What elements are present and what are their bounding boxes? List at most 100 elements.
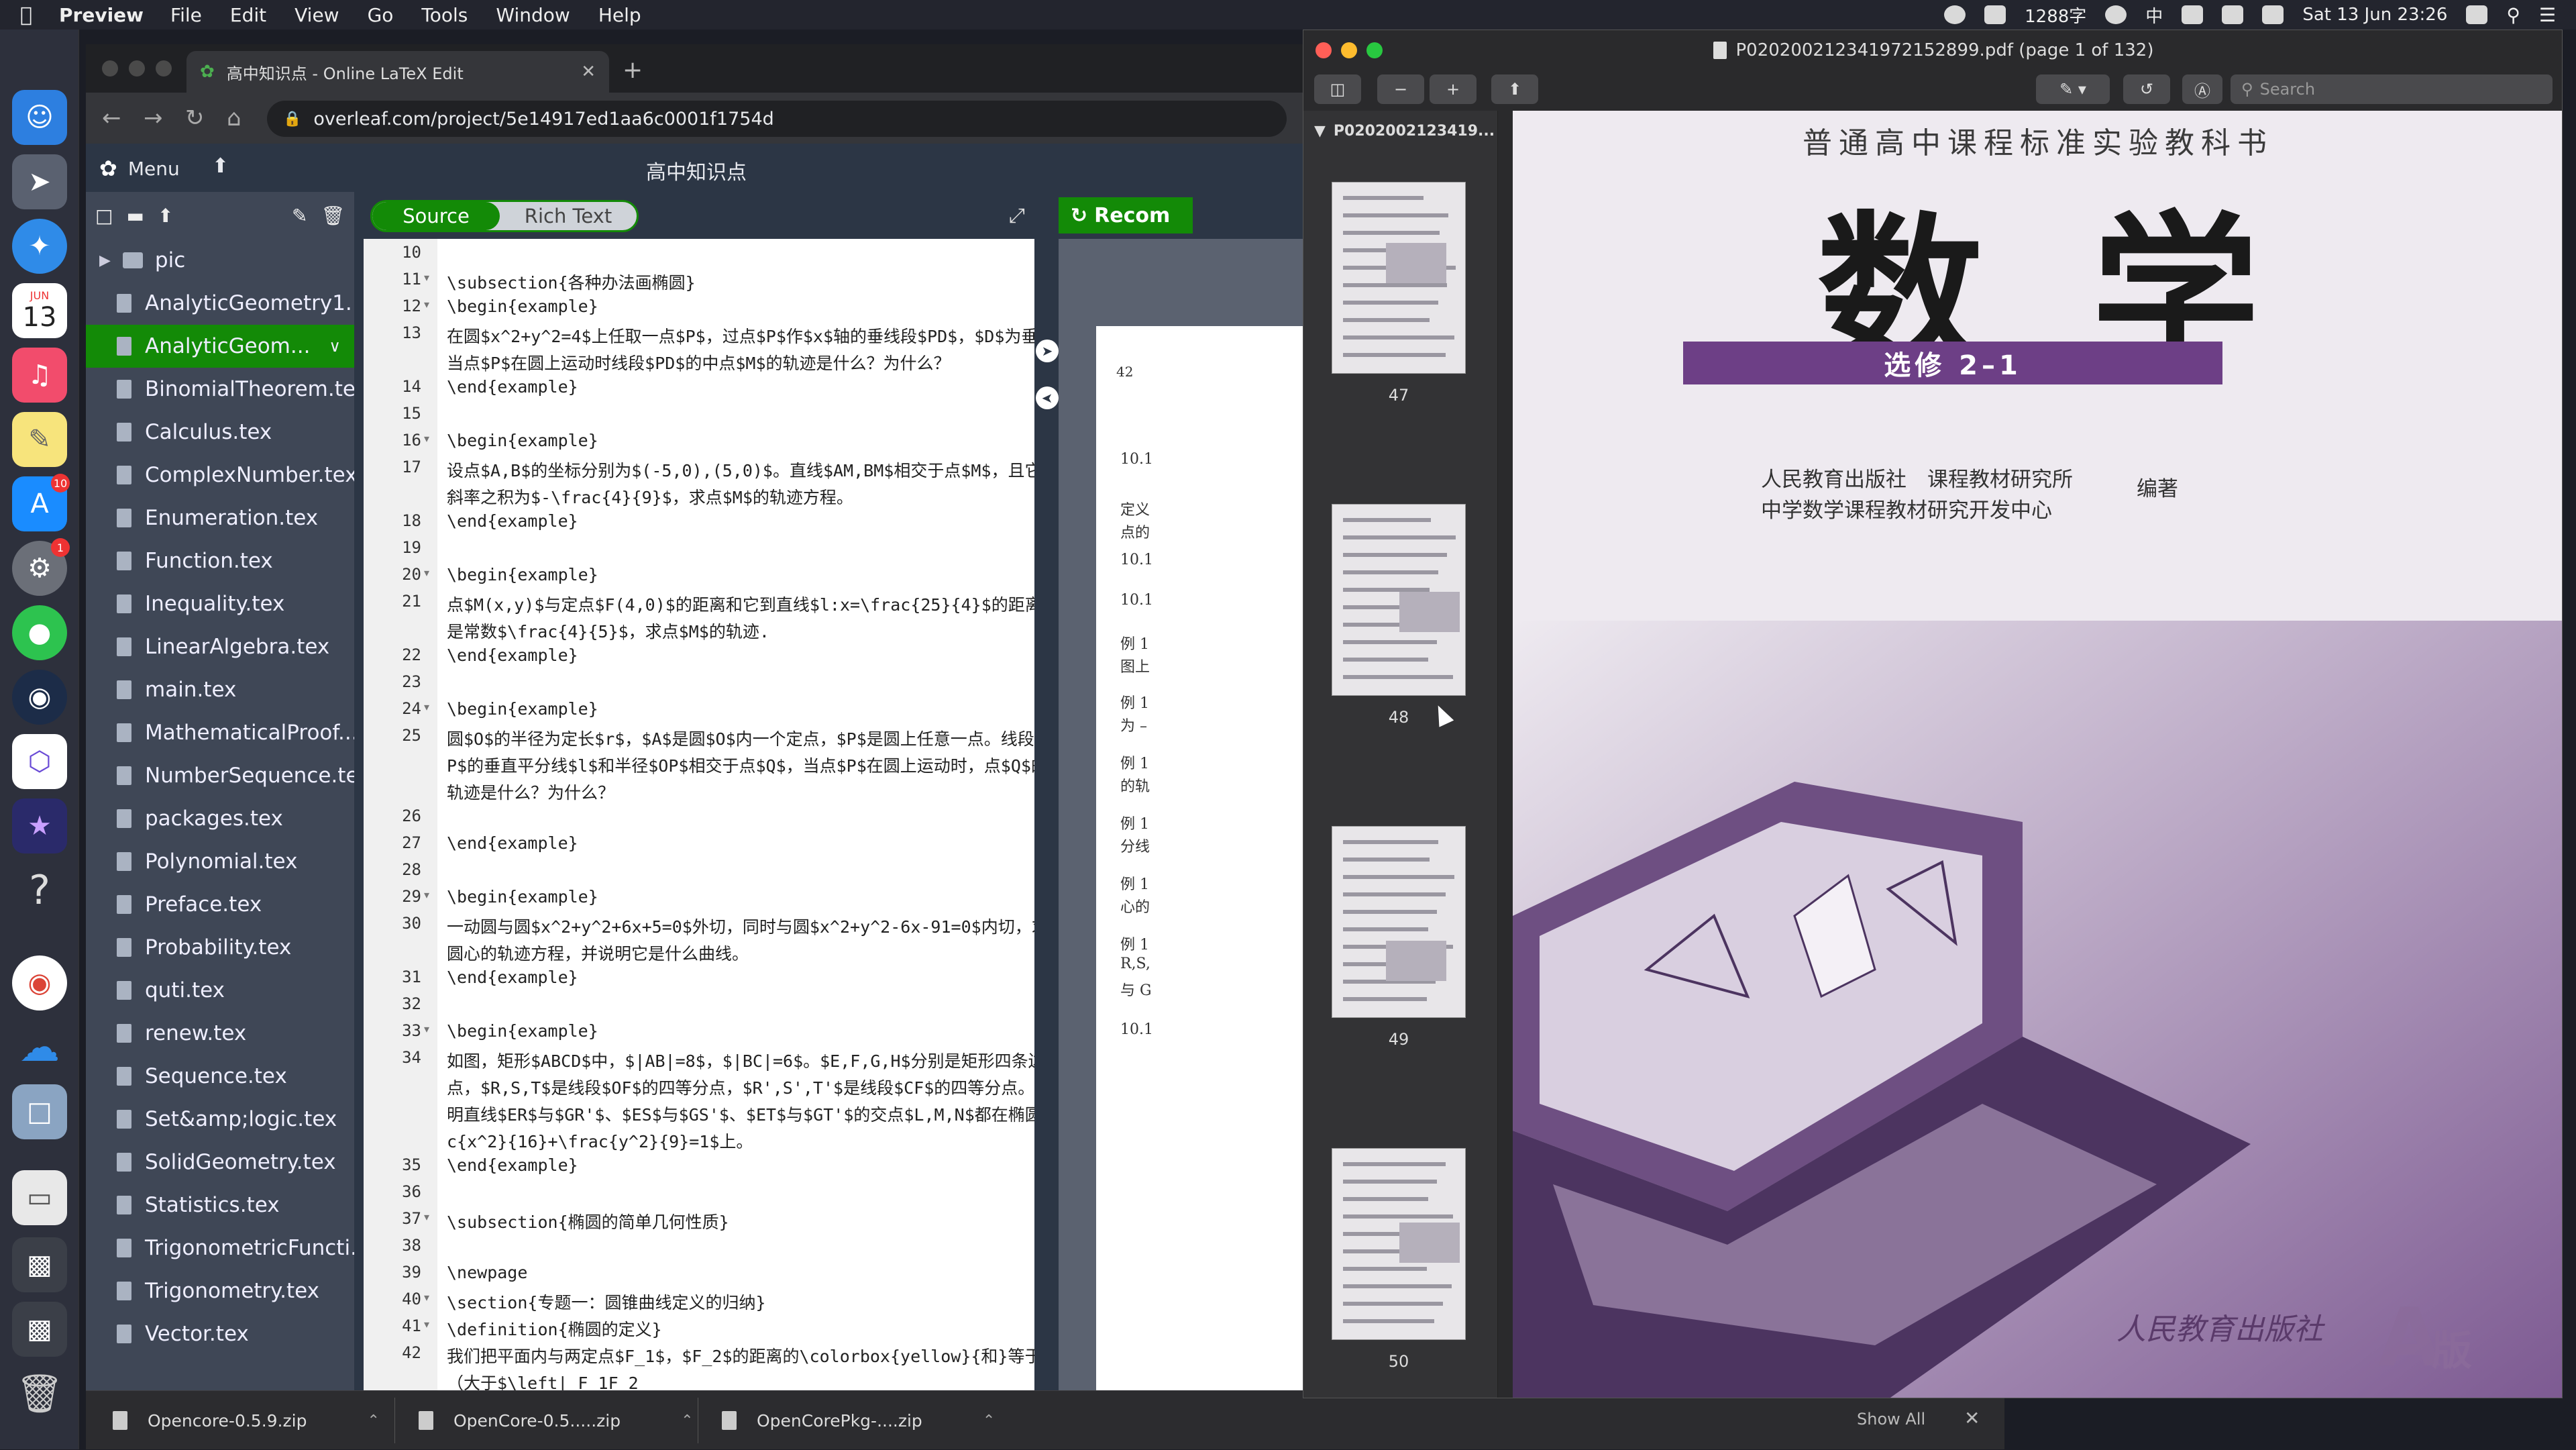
zoom-out-icon[interactable]: − <box>1377 74 1424 104</box>
chrome-icon[interactable]: ◉ <box>12 955 67 1011</box>
share-icon[interactable]: ⬆ <box>1491 74 1538 104</box>
code-line[interactable]: 34 如图，矩形$ABCD$中，$|AB|=8$，$|BC|=6$。$E,F,G,… <box>364 1044 1034 1071</box>
file-tree-item[interactable]: Function.tex <box>86 539 354 582</box>
upload-icon[interactable]: ⬆ <box>158 205 173 227</box>
file-tree-item[interactable]: Probability.tex <box>86 926 354 969</box>
show-all-downloads-button[interactable]: Show All <box>1857 1410 1925 1429</box>
code-line[interactable]: 22 \end{example} <box>364 641 1034 668</box>
download-item-2[interactable]: OpenCore-0.5.....zip ⌃ <box>419 1391 694 1450</box>
browser-tab-overleaf[interactable]: ✿ 高中知识点 - Online LaTeX Edit ✕ <box>186 51 609 93</box>
overleaf-menu-button[interactable]: ✿ Menu <box>99 156 180 181</box>
pdf-preview-pane[interactable]: 42 10.1 定义 点的 10.1 10.1 例 1 图上例 1为 – 例 1 的轨例 1 分线… <box>1059 239 1307 1435</box>
code-line[interactable]: 圆心的轨迹方程，并说明它是什么曲线。 <box>364 937 1034 964</box>
code-line[interactable]: 19 <box>364 534 1034 561</box>
finder-icon[interactable]: ☺ <box>12 90 67 145</box>
onedrive-icon[interactable]: ☁ <box>12 1020 67 1075</box>
editor-pdf-divider[interactable]: ➤ ➤ <box>1034 192 1059 1435</box>
file-tree-item[interactable]: Calculus.tex <box>86 411 354 454</box>
fold-toggle-icon[interactable]: ▾ <box>424 1318 429 1331</box>
file-tree-item[interactable]: Sequence.tex <box>86 1055 354 1098</box>
pdf-cover-page[interactable]: 普通高中课程标准实验教科书 数学 选修 2–1 人民教育出版社 课程教材研究所 … <box>1513 111 2562 1398</box>
chevron-up-icon[interactable]: ⌃ <box>367 1412 379 1429</box>
tab-close-icon[interactable]: ✕ <box>581 62 596 82</box>
preview-search-field[interactable]: ⚲ Search <box>2231 74 2553 104</box>
page-thumbnail[interactable] <box>1332 182 1466 374</box>
file-tree-item[interactable]: quti.tex <box>86 969 354 1012</box>
rich-text-mode-button[interactable]: Rich Text <box>500 202 637 230</box>
code-line[interactable]: 14 \end{example} <box>364 373 1034 400</box>
fold-toggle-icon[interactable]: ▾ <box>424 1023 429 1035</box>
trash-icon[interactable]: 🗑 <box>12 1366 67 1421</box>
code-line[interactable]: 是常数$\frac{4}{5}$，求点$M$的轨迹. <box>364 615 1034 641</box>
menu-help[interactable]: Help <box>598 4 641 26</box>
chevron-up-icon[interactable]: ⌃ <box>983 1412 995 1429</box>
code-line[interactable]: 40 ▾ \section{专题一：圆锥曲线定义的归纳} <box>364 1286 1034 1312</box>
menu-view[interactable]: View <box>294 4 339 26</box>
code-line[interactable]: 26 <box>364 802 1034 829</box>
code-line[interactable]: （大于$\left| F_1F_2 <box>364 1366 1034 1393</box>
page-thumbnail[interactable] <box>1332 826 1466 1018</box>
file-tree-folder[interactable]: ▶ pic <box>86 239 354 282</box>
screen-capture-icon[interactable]: ▩ <box>12 1302 67 1357</box>
code-line[interactable]: 35 \end{example} <box>364 1151 1034 1178</box>
thumbnail-sidebar-header[interactable]: ▼ P0202002123419... <box>1303 111 1497 151</box>
code-line[interactable]: 30 一动圆与圆$x^2+y^2+6x+5=0$外切，同时与圆$x^2+y^2-6… <box>364 910 1034 937</box>
markup-pen-icon[interactable]: ✎ ▾ <box>2036 74 2110 104</box>
calendar-icon[interactable]: JUN 13 <box>12 283 67 338</box>
file-tree-item[interactable]: Preface.tex <box>86 883 354 926</box>
menu-window[interactable]: Window <box>496 4 570 26</box>
fold-toggle-icon[interactable]: ▾ <box>424 1291 429 1304</box>
address-bar[interactable]: 🔒 overleaf.com/project/5e14917ed1aa6c000… <box>267 101 1287 137</box>
code-line[interactable]: 点，$R,S,T$是线段$OF$的四等分点，$R',S',T'$是线段$CF$的… <box>364 1071 1034 1098</box>
file-tree-item[interactable]: packages.tex <box>86 797 354 840</box>
code-line[interactable]: 16 ▾ \begin{example} <box>364 427 1034 454</box>
file-tree-splitter[interactable] <box>354 192 364 1435</box>
menu-go[interactable]: Go <box>368 4 394 26</box>
fold-toggle-icon[interactable]: ▾ <box>424 701 429 713</box>
mic-icon[interactable] <box>2105 5 2127 24</box>
imovie-icon[interactable]: ★ <box>12 798 67 853</box>
chrome-zoom-button[interactable] <box>156 60 172 76</box>
app-store-icon[interactable]: A 10 <box>12 474 70 531</box>
expand-editor-icon[interactable]: ⤢ <box>1009 204 1025 227</box>
code-line[interactable]: 轨迹是什么？为什么？ <box>364 776 1034 802</box>
app-status-icon[interactable] <box>2466 5 2488 24</box>
lock-icon[interactable]: 🔒 <box>283 111 301 127</box>
file-tree-item[interactable]: ComplexNumber.tex <box>86 454 358 497</box>
screenshot-app-icon[interactable]: ⬡ <box>12 734 67 789</box>
fold-toggle-icon[interactable]: ▾ <box>424 566 429 579</box>
code-line[interactable]: c{x^2}{16}+\frac{y^2}{9}=1$上。 <box>364 1125 1034 1151</box>
file-tree-item[interactable]: AnalyticGeometry1.... <box>86 282 372 325</box>
page-thumbnail[interactable] <box>1332 504 1466 696</box>
fold-toggle-icon[interactable]: ▾ <box>424 1210 429 1223</box>
volume-icon[interactable] <box>2262 5 2284 24</box>
sync-to-pdf-icon[interactable]: ➤ <box>1036 340 1059 362</box>
code-line[interactable]: 37 ▾ \subsection{椭圆的简单几何性质} <box>364 1205 1034 1232</box>
cloud-icon[interactable] <box>1984 5 2006 24</box>
file-tree-item[interactable]: TrigonometricFuncti... <box>86 1227 370 1270</box>
notes-icon[interactable]: ✎ <box>12 412 67 467</box>
file-tree-item[interactable]: Inequality.tex <box>86 582 354 625</box>
rename-icon[interactable]: ✎ <box>292 205 307 227</box>
file-tree-item[interactable]: AnalyticGeom... ∨ <box>86 325 354 368</box>
code-line[interactable]: 38 <box>364 1232 1034 1259</box>
file-tree-item[interactable]: renew.tex <box>86 1012 354 1055</box>
file-tree-item[interactable]: Vector.tex <box>86 1312 354 1355</box>
chevron-right-icon[interactable]: ▶ <box>99 252 111 269</box>
code-line[interactable]: 13 在圆$x^2+y^2=4$上任取一点$P$，过点$P$作$x$轴的垂线段$P… <box>364 319 1034 346</box>
menu-clock[interactable]: Sat 13 Jun 23:26 <box>2302 5 2447 25</box>
sidebar-toggle-icon[interactable]: ◫ <box>1314 74 1361 104</box>
code-line[interactable]: 27 \end{example} <box>364 829 1034 856</box>
file-tree-item[interactable]: BinomialTheorem.tex <box>86 368 368 411</box>
safari-icon[interactable]: ✦ <box>12 219 67 274</box>
code-line[interactable]: 11 ▾ \subsection{各种办法画椭圆} <box>364 266 1034 293</box>
code-line[interactable]: 21 点$M(x,y)$与定点$F(4,0)$的距离和它到直线$l:x=\frac… <box>364 588 1034 615</box>
code-line[interactable]: 明直线$ER$与$GR'$、$ES$与$GS'$、$ET$与$GT'$的交点$L… <box>364 1098 1034 1125</box>
code-editor[interactable]: 10 11 ▾ \subsection{各种办法画椭圆} 12 ▾ \begin{examp… <box>364 239 1034 1435</box>
rotate-icon[interactable]: ↺ <box>2123 74 2170 104</box>
recompile-button[interactable]: ↻ Recom <box>1059 197 1193 234</box>
page-thumbnail[interactable] <box>1332 1148 1466 1340</box>
file-tree-item[interactable]: Polynomial.tex <box>86 840 354 883</box>
code-line[interactable]: 41 ▾ \definition{椭圆的定义} <box>364 1312 1034 1339</box>
file-tree-item[interactable]: Trigonometry.tex <box>86 1270 354 1312</box>
